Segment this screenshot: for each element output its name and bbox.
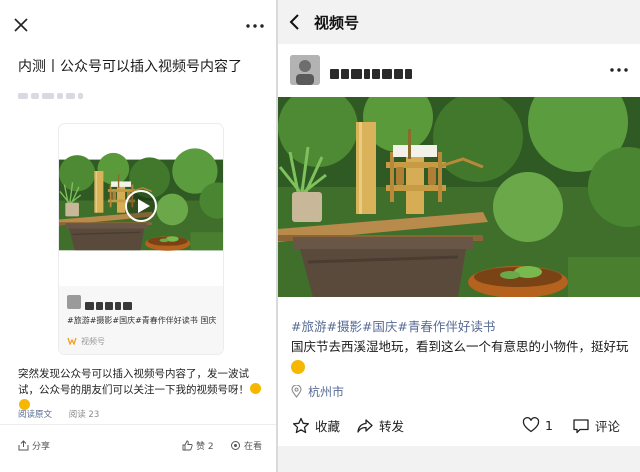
- location-label: 杭州市: [308, 385, 345, 399]
- play-icon[interactable]: [125, 190, 157, 222]
- post-tags[interactable]: #旅游#摄影#国庆#青春作伴好读书: [291, 316, 495, 335]
- read-count: 阅读 23: [68, 410, 100, 420]
- channel-name-blurred: [85, 295, 145, 310]
- forward-label: 转发: [379, 419, 405, 434]
- post-video[interactable]: [278, 97, 640, 297]
- comment-label: 评论: [595, 419, 621, 434]
- avatar[interactable]: [290, 55, 320, 85]
- article-body: 突然发现公众号可以插入视频号内容了，发一波试试，公众号的朋友们可以关注一下我的视…: [18, 366, 268, 414]
- heart-icon: [522, 417, 540, 433]
- channel-post-panel: 视频号 #旅游#摄影#国庆#青春作伴好读书 国庆节去西溪湿地玩，看到这么一个有意…: [278, 0, 640, 472]
- like-button[interactable]: 1: [522, 416, 553, 434]
- favorite-button[interactable]: 收藏: [292, 416, 340, 435]
- author-name-blurred[interactable]: [18, 84, 104, 99]
- watching-icon: [231, 441, 240, 450]
- more-icon[interactable]: [246, 24, 264, 28]
- like-button[interactable]: 赞 2: [182, 439, 214, 452]
- card-channel-label: 视频号: [81, 337, 105, 346]
- card-channel-row: 视频号: [67, 336, 105, 347]
- post-text-content: 国庆节去西溪湿地玩，看到这么一个有意思的小物件，挺好玩: [291, 339, 629, 354]
- location-pin-icon: [291, 384, 302, 398]
- favorite-label: 收藏: [315, 419, 341, 434]
- grin-emoji-icon: [291, 360, 305, 374]
- card-video-thumbnail[interactable]: [59, 124, 223, 286]
- card-footer: #旅游#摄影#国庆#青春作伴好读书 国庆... 视频号: [59, 286, 223, 354]
- location-row[interactable]: 杭州市: [291, 383, 344, 400]
- embedded-channel-card[interactable]: #旅游#摄影#国庆#青春作伴好读书 国庆... 视频号: [59, 124, 223, 354]
- card-tags: #旅游#摄影#国庆#青春作伴好读书 国庆...: [67, 316, 217, 325]
- watching-button[interactable]: 在看: [230, 439, 262, 452]
- like-label: 赞 2: [196, 442, 214, 452]
- watching-label: 在看: [244, 442, 263, 452]
- like-count: 1: [545, 418, 553, 433]
- more-icon[interactable]: [610, 68, 628, 72]
- channel-name-blurred[interactable]: [330, 64, 416, 79]
- close-icon[interactable]: [12, 16, 30, 34]
- post-text: 国庆节去西溪湿地玩，看到这么一个有意思的小物件，挺好玩: [291, 336, 631, 378]
- share-icon: [18, 440, 29, 451]
- star-icon: [292, 417, 310, 434]
- read-original-link[interactable]: 阅读原文: [18, 410, 52, 420]
- article-panel: 内测丨公众号可以插入视频号内容了 #旅游#摄影#国庆#青春作伴好读书 国庆...…: [0, 0, 276, 472]
- article-body-text: 突然发现公众号可以插入视频号内容了，发一波试试，公众号的朋友们可以关注一下我的视…: [18, 368, 249, 396]
- article-title: 内测丨公众号可以插入视频号内容了: [18, 59, 242, 75]
- share-button[interactable]: 分享: [18, 439, 50, 452]
- channel-icon: [67, 337, 77, 345]
- forward-icon: [357, 419, 373, 433]
- page-title: 视频号: [314, 14, 360, 32]
- thumbs-up-icon: [182, 440, 193, 451]
- share-label: 分享: [32, 442, 51, 452]
- article-meta: 阅读原文 阅读 23: [18, 408, 99, 420]
- comment-icon: [573, 419, 589, 434]
- comment-button[interactable]: 评论: [572, 416, 620, 435]
- post-actions: 收藏 转发 1 评论: [278, 408, 640, 442]
- forward-button[interactable]: 转发: [356, 416, 404, 435]
- article-bottom-bar: 分享 赞 2 在看: [0, 424, 276, 472]
- grin-emoji-icon: [250, 383, 261, 394]
- avatar: [67, 295, 81, 309]
- channel-header: 视频号: [278, 0, 640, 44]
- back-arrow-icon[interactable]: [288, 13, 300, 31]
- footer-bar: [278, 446, 640, 472]
